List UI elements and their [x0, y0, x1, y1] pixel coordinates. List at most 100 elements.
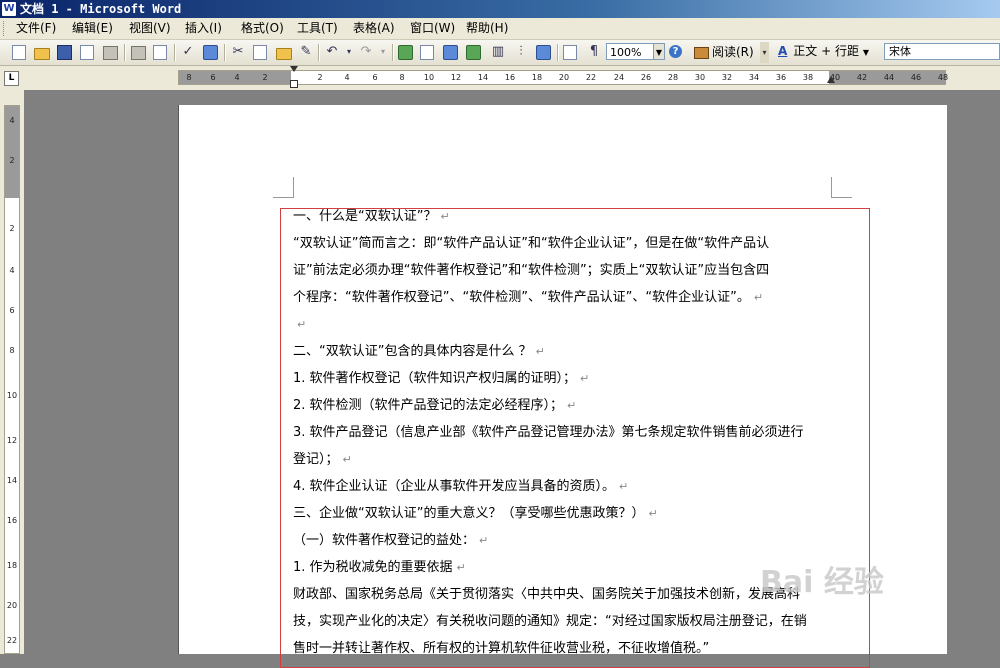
drawing-icon[interactable]: ⫶ — [513, 44, 529, 60]
left-indent-marker[interactable] — [290, 80, 298, 88]
insert-excel-icon[interactable] — [466, 45, 481, 60]
permission-icon[interactable] — [80, 45, 94, 60]
document-line[interactable]: 三、企业做“双软认证”的重大意义？（享受哪些优惠政策？） ↵ — [293, 506, 869, 522]
redo-dropdown-icon[interactable]: ▾ — [378, 44, 388, 60]
document-line[interactable]: 售时一并转让著作权、所有权的计算机软件征收营业税，不征收增值税。” — [293, 641, 869, 657]
document-line[interactable]: 一、什么是“双软认证”？ ↵ — [293, 209, 869, 225]
undo-dropdown-icon[interactable]: ▾ — [344, 44, 354, 60]
save-icon[interactable] — [57, 45, 72, 60]
menu-insert[interactable]: 插入(I) — [185, 21, 222, 36]
document-map-icon[interactable] — [536, 45, 551, 60]
ruler-tick-label: 12 — [6, 436, 18, 445]
ruler-tick-label: 32 — [721, 73, 733, 82]
font-combobox[interactable]: 宋体 — [884, 43, 1000, 60]
copy-icon[interactable] — [253, 45, 267, 60]
paragraph-mark-icon: ↵ — [535, 345, 545, 358]
document-line-text: 个程序：“软件著作权登记”、“软件检测”、“软件产品认证”、“软件企业认证”。 — [293, 290, 750, 305]
paragraph-marks-icon[interactable]: ¶ — [586, 44, 602, 60]
help-icon[interactable]: ? — [669, 45, 682, 58]
crop-mark-top-left — [273, 177, 294, 198]
styles-pane-icon[interactable]: A — [778, 44, 787, 58]
ruler-tick-label: 28 — [667, 73, 679, 82]
ruler-tick-label: 4 — [344, 73, 350, 82]
document-line[interactable]: “双软认证”简而言之：即“软件产品认证”和“软件企业认证”，但是在做“软件产品认 — [293, 236, 869, 252]
ruler-tick-label: 16 — [504, 73, 516, 82]
document-line-text: 4. 软件企业认证（企业从事软件开发应当具备的资质）。 — [293, 479, 616, 494]
document-line[interactable]: 2. 软件检测（软件产品登记的法定必经程序）； ↵ — [293, 398, 869, 414]
ruler-tick-label: 14 — [477, 73, 489, 82]
document-line[interactable]: 3. 软件产品登记（信息产业部《软件产品登记管理办法》第七条规定软件销售前必须进… — [293, 425, 869, 441]
read-button[interactable]: 阅读(R) — [694, 44, 754, 60]
tables-borders-icon[interactable] — [420, 45, 434, 60]
print-icon[interactable] — [131, 46, 146, 60]
ruler-tick-label: 8 — [399, 73, 405, 82]
paragraph-mark-icon: ↵ — [297, 318, 307, 331]
document-line[interactable]: ↵ — [293, 317, 869, 333]
first-line-indent-marker[interactable] — [290, 66, 298, 72]
hyperlink-icon[interactable] — [398, 45, 413, 60]
document-line[interactable]: 证”前法定必须办理“软件著作权登记”和“软件检测”；实质上“双软认证”应当包含四 — [293, 263, 869, 279]
menu-tools[interactable]: 工具(T) — [297, 21, 338, 36]
tab-selector-icon[interactable]: L — [4, 71, 19, 86]
ruler-tick-label: 4 — [234, 73, 240, 82]
document-line-text: 技，实现产业化的决定〉有关税收问题的通知》规定：“对经过国家版权局注册登记，在销 — [293, 614, 807, 629]
window-title: 文档 1 - Microsoft Word — [20, 2, 182, 16]
document-line-text: 财政部、国家税务总局《关于贯彻落实〈中共中央、国务院关于加强技术创新，发展高科 — [293, 587, 801, 602]
ruler-tick-label: 38 — [802, 73, 814, 82]
document-line-text: 2. 软件检测（软件产品登记的法定必经程序）； — [293, 398, 564, 413]
ruler-tick-label: 10 — [6, 391, 18, 400]
document-line[interactable]: 登记）； ↵ — [293, 452, 869, 468]
ruler-tick-label: 30 — [694, 73, 706, 82]
crop-mark-top-right — [831, 177, 852, 198]
paragraph-mark-icon: ↵ — [567, 399, 577, 412]
document-line[interactable]: （一）软件著作权登记的益处： ↵ — [293, 533, 869, 549]
read-button-label: 阅读(R) — [712, 45, 754, 59]
ruler-tick-label: 34 — [748, 73, 760, 82]
show-hide-icon[interactable] — [563, 45, 577, 60]
zoom-combobox[interactable]: 100% — [606, 43, 656, 60]
ruler-tick-label: 24 — [613, 73, 625, 82]
menu-grip-handle[interactable] — [3, 21, 7, 36]
document-line-text: （一）软件著作权登记的益处： — [293, 533, 476, 548]
new-icon[interactable] — [12, 45, 26, 60]
document-line[interactable]: 1. 软件著作权登记（软件知识产权归属的证明）； ↵ — [293, 371, 869, 387]
open-icon[interactable] — [34, 48, 50, 60]
menu-window[interactable]: 窗口(W) — [410, 21, 455, 36]
ruler-tick-label: 10 — [423, 73, 435, 82]
zoom-dropdown-icon[interactable]: ▼ — [653, 43, 665, 60]
paragraph-mark-icon: ↵ — [440, 210, 450, 223]
menu-view[interactable]: 视图(V) — [129, 21, 171, 36]
ruler-tick-label: 18 — [6, 561, 18, 570]
document-line-text: 1. 作为税收减免的重要依据 — [293, 560, 453, 575]
menu-table[interactable]: 表格(A) — [353, 21, 395, 36]
undo-icon[interactable]: ↶ — [324, 44, 340, 60]
ruler-tick-label: 2 — [317, 73, 323, 82]
menu-file[interactable]: 文件(F) — [16, 21, 56, 36]
paragraph-mark-icon: ↵ — [342, 453, 352, 466]
style-selector[interactable]: A 正文 + 行距 ▼ — [778, 43, 869, 61]
vertical-ruler[interactable]: 4 2 2 4 6 8 10 12 14 16 18 20 22 — [4, 105, 20, 654]
style-value: 正文 + 行距 — [793, 44, 859, 58]
research-icon[interactable] — [203, 45, 218, 60]
menu-format[interactable]: 格式(O) — [241, 21, 284, 36]
word-app-icon[interactable]: W — [2, 2, 16, 16]
redo-icon[interactable]: ↷ — [358, 44, 374, 60]
ruler-tick-label: 14 — [6, 476, 18, 485]
document-line[interactable]: 个程序：“软件著作权登记”、“软件检测”、“软件产品认证”、“软件企业认证”。 ↵ — [293, 290, 869, 306]
insert-table-icon[interactable] — [443, 45, 458, 60]
ruler-tick-label: 6 — [9, 306, 15, 315]
print-preview-icon[interactable] — [153, 45, 167, 60]
spelling-icon[interactable]: ✓ — [180, 44, 196, 60]
right-indent-marker[interactable] — [827, 76, 835, 83]
style-dropdown-icon[interactable]: ▼ — [863, 48, 869, 57]
columns-icon[interactable]: ▥ — [490, 44, 506, 60]
menu-edit[interactable]: 编辑(E) — [72, 21, 113, 36]
toolbar-options-chevron-icon[interactable]: ▾ — [760, 42, 769, 63]
document-line[interactable]: 4. 软件企业认证（企业从事软件开发应当具备的资质）。 ↵ — [293, 479, 869, 495]
paste-icon[interactable] — [276, 48, 292, 60]
cut-icon[interactable]: ✂ — [230, 44, 246, 60]
menu-help[interactable]: 帮助(H) — [466, 21, 508, 36]
format-painter-icon[interactable]: ✎ — [298, 44, 314, 60]
email-icon[interactable] — [103, 46, 118, 60]
document-line[interactable]: 二、“双软认证”包含的具体内容是什么 ？ ↵ — [293, 344, 869, 360]
